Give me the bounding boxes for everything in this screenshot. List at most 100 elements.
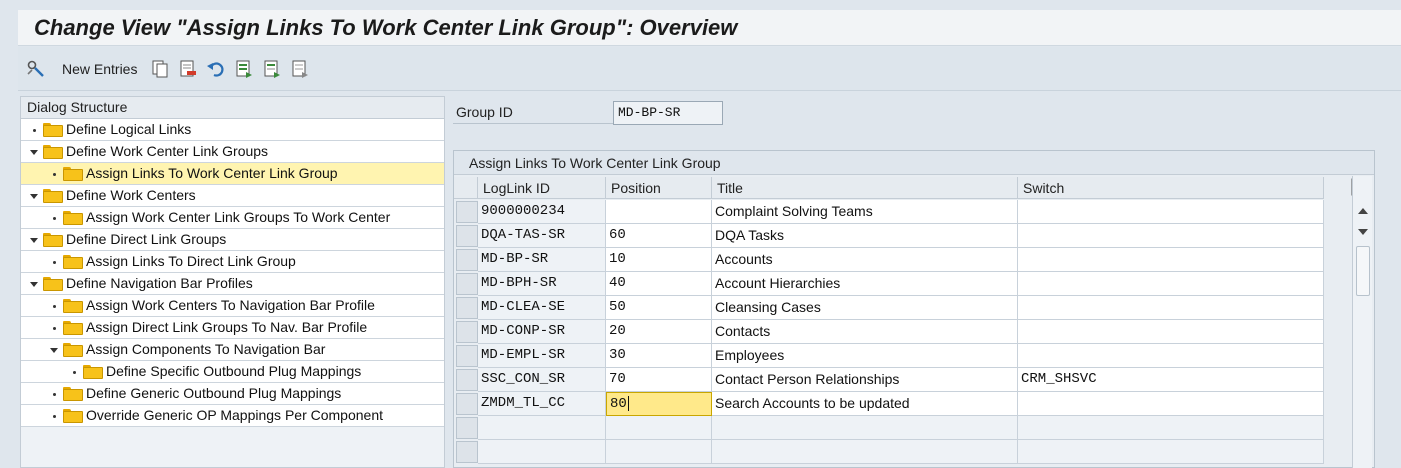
- row-selector[interactable]: [456, 273, 478, 295]
- cell-text: MD-CLEA-SE: [481, 299, 566, 315]
- switch-input[interactable]: [1018, 320, 1324, 344]
- cell-text: 10: [609, 251, 626, 267]
- title-input[interactable]: DQA Tasks: [712, 224, 1018, 248]
- tree-item[interactable]: Define Navigation Bar Profiles: [21, 273, 444, 295]
- title-input[interactable]: Contacts: [712, 320, 1018, 344]
- row-selector[interactable]: [456, 441, 478, 463]
- new-entries-button[interactable]: New Entries: [62, 58, 137, 80]
- empty-cell[interactable]: [1018, 440, 1324, 464]
- expand-arrow-icon[interactable]: [29, 147, 39, 157]
- tree-item[interactable]: Assign Components To Navigation Bar: [21, 339, 444, 361]
- position-input[interactable]: [606, 200, 712, 224]
- title-input[interactable]: Account Hierarchies: [712, 272, 1018, 296]
- title-input[interactable]: Accounts: [712, 248, 1018, 272]
- expand-arrow-icon[interactable]: [29, 279, 39, 289]
- row-selector[interactable]: [456, 321, 478, 343]
- scroll-up-icon[interactable]: [1358, 208, 1368, 214]
- column-header-position[interactable]: Position: [606, 177, 712, 199]
- row-selector[interactable]: [456, 297, 478, 319]
- empty-cell[interactable]: [712, 416, 1018, 440]
- row-selector-header[interactable]: [454, 177, 478, 199]
- loglink-id-cell: ZMDM_TL_CC: [478, 392, 606, 416]
- tree-item[interactable]: Assign Links To Direct Link Group: [21, 251, 444, 273]
- tree-item[interactable]: Define Logical Links: [21, 119, 444, 141]
- switch-input[interactable]: [1018, 296, 1324, 320]
- position-input[interactable]: 20: [606, 320, 712, 344]
- tree-item[interactable]: Define Work Center Link Groups: [21, 141, 444, 163]
- loglink-id-cell: MD-BP-SR: [478, 248, 606, 272]
- empty-cell[interactable]: [1018, 416, 1324, 440]
- row-selector[interactable]: [456, 345, 478, 367]
- select-block-button[interactable]: [262, 58, 282, 80]
- row-selector[interactable]: [456, 369, 478, 391]
- switch-input[interactable]: [1018, 272, 1324, 296]
- cell-text: Cleansing Cases: [715, 299, 821, 315]
- folder-icon: [63, 321, 83, 335]
- select-all-button[interactable]: [234, 58, 254, 80]
- tree-item[interactable]: Assign Work Centers To Navigation Bar Pr…: [21, 295, 444, 317]
- display-change-button[interactable]: [26, 58, 46, 80]
- cell-text: MD-EMPL-SR: [481, 347, 566, 363]
- empty-cell[interactable]: [478, 416, 606, 440]
- folder-icon: [43, 189, 63, 203]
- row-selector[interactable]: [456, 393, 478, 415]
- deselect-all-button[interactable]: [290, 58, 310, 80]
- empty-cell[interactable]: [712, 440, 1018, 464]
- switch-input[interactable]: [1018, 248, 1324, 272]
- tree-item[interactable]: Assign Direct Link Groups To Nav. Bar Pr…: [21, 317, 444, 339]
- delete-button[interactable]: [178, 58, 198, 80]
- row-selector[interactable]: [456, 201, 478, 223]
- tree-item[interactable]: Assign Work Center Link Groups To Work C…: [21, 207, 444, 229]
- expand-arrow-icon[interactable]: [29, 235, 39, 245]
- folder-icon: [63, 343, 83, 357]
- cell-text: Search Accounts to be updated: [715, 395, 910, 411]
- tree-item-label: Assign Links To Work Center Link Group: [86, 165, 338, 181]
- position-input[interactable]: 50: [606, 296, 712, 320]
- expand-arrow-icon[interactable]: [29, 191, 39, 201]
- position-input[interactable]: 30: [606, 344, 712, 368]
- title-input[interactable]: Cleansing Cases: [712, 296, 1018, 320]
- cell-text: MD-BP-SR: [481, 251, 549, 267]
- switch-input[interactable]: [1018, 224, 1324, 248]
- tree-item-label: Assign Direct Link Groups To Nav. Bar Pr…: [86, 319, 368, 335]
- switch-input[interactable]: [1018, 392, 1324, 416]
- delete-icon: [178, 59, 198, 79]
- position-input[interactable]: 10: [606, 248, 712, 272]
- tree-item[interactable]: Assign Links To Work Center Link Group: [21, 163, 444, 185]
- empty-cell[interactable]: [478, 440, 606, 464]
- scrollbar-thumb[interactable]: [1356, 246, 1370, 296]
- title-input[interactable]: Search Accounts to be updated: [712, 392, 1018, 416]
- tree-item[interactable]: Define Work Centers: [21, 185, 444, 207]
- column-header-switch[interactable]: Switch: [1018, 177, 1324, 199]
- tree-item[interactable]: Define Generic Outbound Plug Mappings: [21, 383, 444, 405]
- switch-input[interactable]: [1018, 200, 1324, 224]
- row-selector[interactable]: [456, 417, 478, 439]
- tree-item[interactable]: Define Specific Outbound Plug Mappings: [21, 361, 444, 383]
- copy-as-button[interactable]: [150, 58, 170, 80]
- empty-cell[interactable]: [606, 440, 712, 464]
- expand-arrow-icon[interactable]: [49, 345, 59, 355]
- empty-cell[interactable]: [606, 416, 712, 440]
- row-selector[interactable]: [456, 225, 478, 247]
- title-input[interactable]: Employees: [712, 344, 1018, 368]
- cell-text: ZMDM_TL_CC: [481, 395, 566, 411]
- tree-item[interactable]: Override Generic OP Mappings Per Compone…: [21, 405, 444, 427]
- position-input[interactable]: 70: [606, 368, 712, 392]
- tree-item[interactable]: Define Direct Link Groups: [21, 229, 444, 251]
- position-input[interactable]: 60: [606, 224, 712, 248]
- title-input[interactable]: Complaint Solving Teams: [712, 200, 1018, 224]
- row-selector[interactable]: [456, 249, 478, 271]
- switch-input[interactable]: [1018, 344, 1324, 368]
- position-input[interactable]: 40: [606, 272, 712, 296]
- table-vertical-scrollbar[interactable]: [1352, 176, 1372, 468]
- title-input[interactable]: Contact Person Relationships: [712, 368, 1018, 392]
- cell-text: Complaint Solving Teams: [715, 203, 873, 219]
- position-input[interactable]: 80: [606, 392, 712, 416]
- column-header-loglink-id[interactable]: LogLink ID: [478, 177, 606, 199]
- undo-button[interactable]: [206, 58, 226, 80]
- group-id-field[interactable]: MD-BP-SR: [613, 101, 723, 125]
- scroll-down-icon[interactable]: [1358, 229, 1368, 235]
- column-header-title[interactable]: Title: [712, 177, 1018, 199]
- new-entries-label: New Entries: [62, 61, 138, 77]
- switch-input[interactable]: CRM_SHSVC: [1018, 368, 1324, 392]
